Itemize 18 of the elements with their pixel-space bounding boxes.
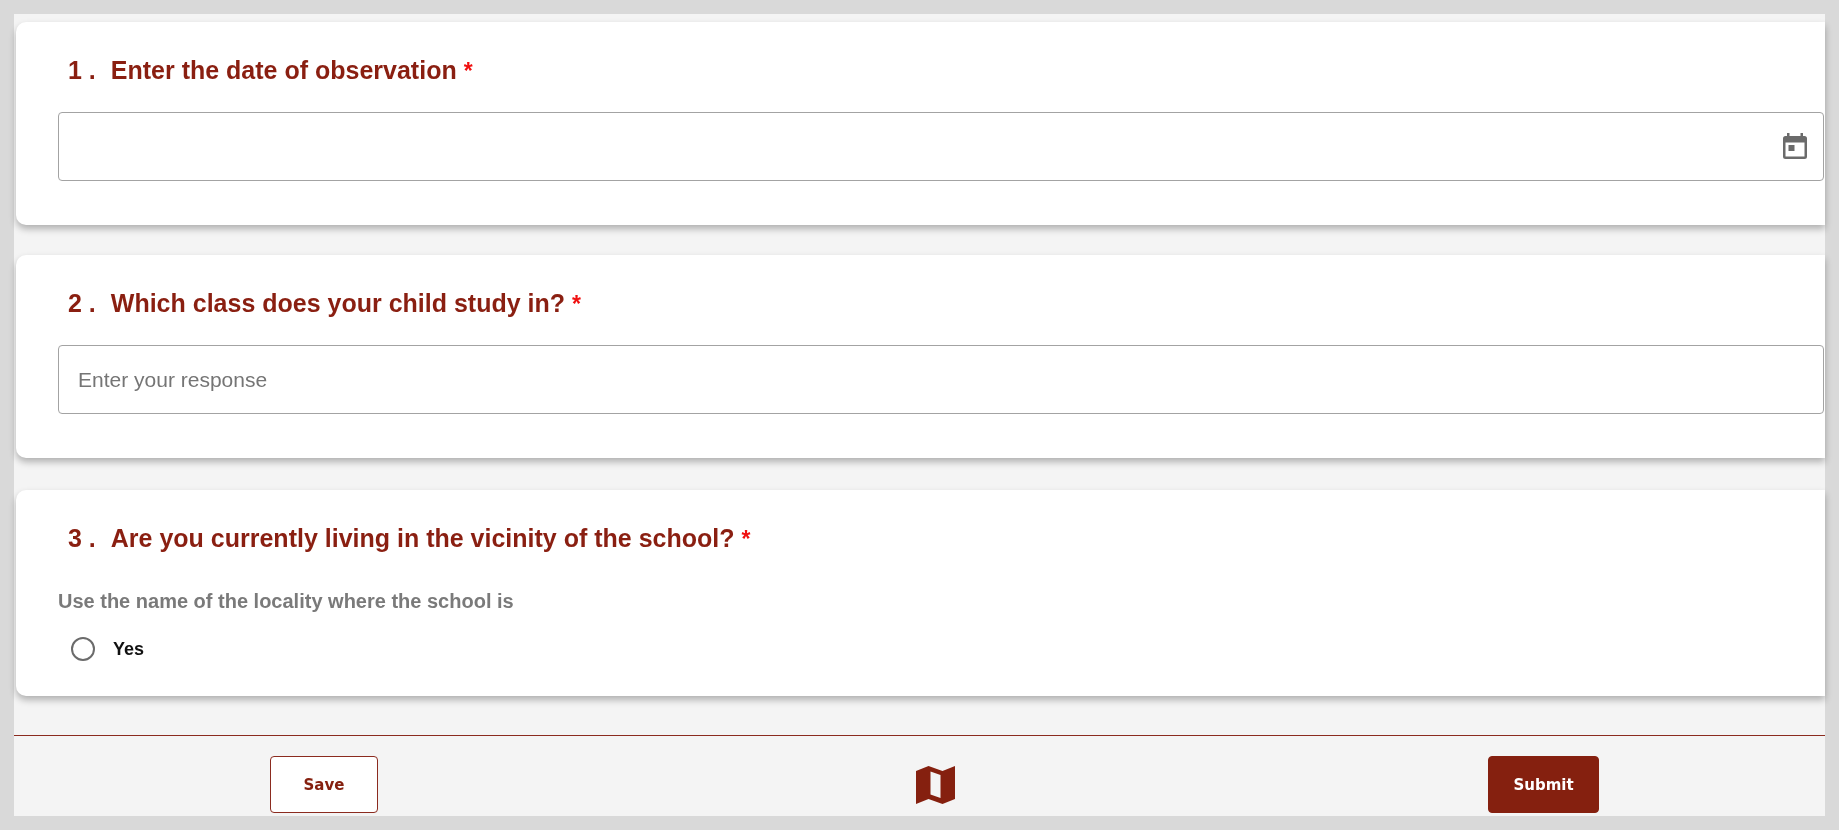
radio-button[interactable]	[71, 637, 95, 661]
date-field[interactable]	[58, 112, 1824, 181]
required-asterisk: *	[463, 57, 473, 85]
required-asterisk: *	[572, 290, 581, 318]
question-number: 1 .	[68, 56, 96, 84]
folded-map-icon[interactable]	[916, 765, 955, 804]
calendar-icon[interactable]	[1783, 133, 1807, 159]
response-field[interactable]: Enter your response	[58, 345, 1824, 414]
question-title: Are you currently living in the vicinity of the school?	[110, 524, 735, 552]
required-asterisk: *	[741, 525, 751, 553]
option-label[interactable]: Yes	[113, 638, 145, 660]
question-title: Which class does your child study in?	[110, 289, 566, 317]
submit-button[interactable]: Submit	[1488, 756, 1599, 813]
question-number: 2 .	[68, 289, 96, 317]
question-hint: Use the name of the locality where the school is	[58, 590, 515, 612]
question-number: 3 .	[68, 524, 96, 552]
save-button[interactable]: Save	[270, 756, 378, 813]
question-title: Enter the date of observation	[110, 56, 457, 84]
